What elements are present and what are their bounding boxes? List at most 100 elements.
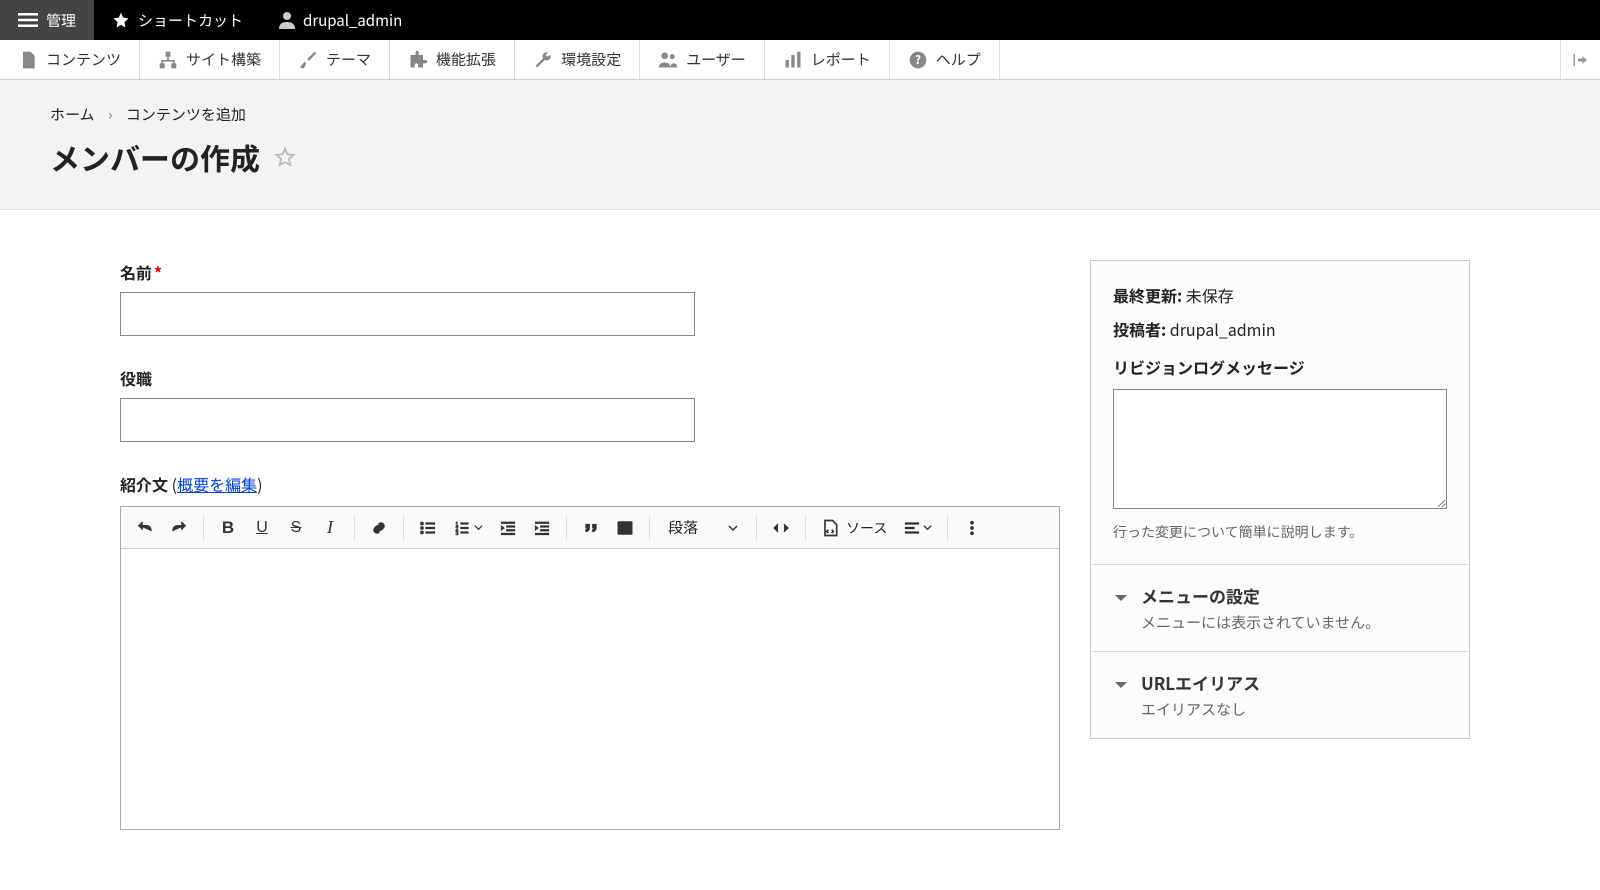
name-input[interactable] [120, 292, 695, 336]
main-content: 名前* 役職 紹介文 (概要を編集) B U S I [0, 210, 1600, 890]
chevron-down-icon [1113, 590, 1129, 606]
hierarchy-icon [158, 50, 178, 70]
outdent-icon [499, 519, 517, 537]
name-label: 名前* [120, 260, 1060, 284]
topbar-shortcut[interactable]: ショートカット [94, 0, 261, 40]
menu-reports-label: レポート [811, 49, 871, 70]
toolbar-sep [403, 516, 404, 540]
bullet-list-button[interactable] [412, 512, 444, 544]
menu-structure-label: サイト構築 [186, 49, 261, 70]
menu-content[interactable]: コンテンツ [0, 40, 140, 79]
heading-select[interactable]: 段落 [658, 512, 748, 544]
last-updated: 最終更新: 未保存 [1113, 283, 1447, 307]
indent-button[interactable] [526, 512, 558, 544]
menu-icon [18, 13, 38, 27]
align-button[interactable] [895, 512, 939, 544]
page-header: ホーム › コンテンツを追加 メンバーの作成 [0, 80, 1600, 210]
star-icon [112, 11, 130, 29]
undo-button[interactable] [129, 512, 161, 544]
number-list-icon: 123 [454, 519, 472, 537]
bullet-list-icon [419, 519, 437, 537]
editor-body[interactable] [121, 549, 1059, 829]
chevron-down-icon [728, 523, 738, 533]
toolbar-sep [805, 516, 806, 540]
number-list-button[interactable]: 123 [446, 512, 490, 544]
outdent-button[interactable] [492, 512, 524, 544]
topbar-manage[interactable]: 管理 [0, 0, 94, 40]
menu-structure[interactable]: サイト構築 [140, 40, 280, 79]
bold-icon: B [222, 518, 234, 538]
toolbar-sep [566, 516, 567, 540]
link-button[interactable] [363, 512, 395, 544]
menu-collapse[interactable] [1560, 40, 1600, 79]
breadcrumb-sep: › [108, 104, 113, 125]
intro-label: 紹介文 (概要を編集) [120, 472, 263, 496]
accordion-menu-title: メニューの設定 [1141, 583, 1380, 608]
side-panel: 最終更新: 未保存 投稿者: drupal_admin リビジョンログメッセージ… [1090, 260, 1470, 739]
author-label: 投稿者: [1113, 317, 1166, 341]
topbar-user[interactable]: drupal_admin [261, 0, 420, 40]
menu-people[interactable]: ユーザー [640, 40, 765, 79]
breadcrumb-home[interactable]: ホーム [50, 104, 95, 125]
bold-button[interactable]: B [212, 512, 244, 544]
sidebar: 最終更新: 未保存 投稿者: drupal_admin リビジョンログメッセージ… [1090, 260, 1470, 739]
brush-icon [298, 50, 318, 70]
blockquote-button[interactable] [575, 512, 607, 544]
quote-icon [582, 519, 600, 537]
code-button[interactable] [765, 512, 797, 544]
accordion-menu[interactable]: メニューの設定 メニューには表示されていません。 [1091, 564, 1469, 651]
topbar-shortcut-label: ショートカット [138, 10, 243, 31]
menu-reports[interactable]: レポート [765, 40, 890, 79]
name-label-text: 名前 [120, 260, 152, 284]
field-name: 名前* [120, 260, 1060, 336]
chevron-down-icon [1113, 677, 1129, 693]
required-asterisk: * [154, 260, 162, 284]
last-updated-label: 最終更新: [1113, 283, 1182, 307]
menu-extend-label: 機能拡張 [436, 49, 496, 70]
accordion-alias[interactable]: URLエイリアス エイリアスなし [1091, 651, 1469, 738]
accordion-menu-sub: メニューには表示されていません。 [1141, 612, 1380, 633]
menu-appearance[interactable]: テーマ [280, 40, 390, 79]
position-input[interactable] [120, 398, 695, 442]
toolbar-sep [203, 516, 204, 540]
topbar: 管理 ショートカット drupal_admin [0, 0, 1600, 40]
svg-text:3: 3 [455, 530, 458, 536]
form-column: 名前* 役職 紹介文 (概要を編集) B U S I [120, 260, 1060, 860]
revision-textarea[interactable] [1113, 389, 1447, 509]
edit-summary-link[interactable]: 概要を編集 [177, 472, 257, 496]
breadcrumb: ホーム › コンテンツを追加 [50, 104, 1550, 125]
field-position: 役職 [120, 366, 1060, 442]
heading-select-label: 段落 [668, 517, 698, 538]
toolbar-sep [649, 516, 650, 540]
menu-extend[interactable]: 機能拡張 [390, 40, 515, 79]
menu-config[interactable]: 環境設定 [515, 40, 640, 79]
underline-button[interactable]: U [246, 512, 278, 544]
strike-button[interactable]: S [280, 512, 312, 544]
redo-button[interactable] [163, 512, 195, 544]
chevron-down-icon [923, 523, 932, 532]
revision-label: リビジョンログメッセージ [1113, 355, 1447, 379]
accordion-alias-sub: エイリアスなし [1141, 699, 1260, 720]
paren-close: ) [257, 472, 262, 496]
page-title: メンバーの作成 [50, 135, 260, 179]
admin-menu: コンテンツ サイト構築 テーマ 機能拡張 環境設定 ユーザー レポート ? ヘル… [0, 40, 1600, 80]
menu-config-label: 環境設定 [561, 49, 621, 70]
align-icon [903, 519, 921, 537]
accordion-alias-title: URLエイリアス [1141, 670, 1260, 695]
favorite-star-icon[interactable] [274, 146, 296, 168]
source-icon [820, 518, 840, 538]
italic-button[interactable]: I [314, 512, 346, 544]
image-button[interactable] [609, 512, 641, 544]
revision-desc: 行った変更について簡単に説明します。 [1113, 522, 1447, 542]
more-button[interactable] [956, 512, 988, 544]
menu-help[interactable]: ? ヘルプ [890, 40, 1000, 79]
svg-text:?: ? [915, 51, 921, 68]
source-button[interactable]: ソース [814, 518, 893, 538]
breadcrumb-add[interactable]: コンテンツを追加 [126, 104, 246, 125]
wrench-icon [533, 50, 553, 70]
position-label: 役職 [120, 366, 1060, 390]
wysiwyg-editor: B U S I 123 段落 [120, 506, 1060, 830]
author-value: drupal_admin [1170, 317, 1276, 341]
last-updated-value: 未保存 [1186, 283, 1234, 307]
topbar-manage-label: 管理 [46, 10, 76, 31]
